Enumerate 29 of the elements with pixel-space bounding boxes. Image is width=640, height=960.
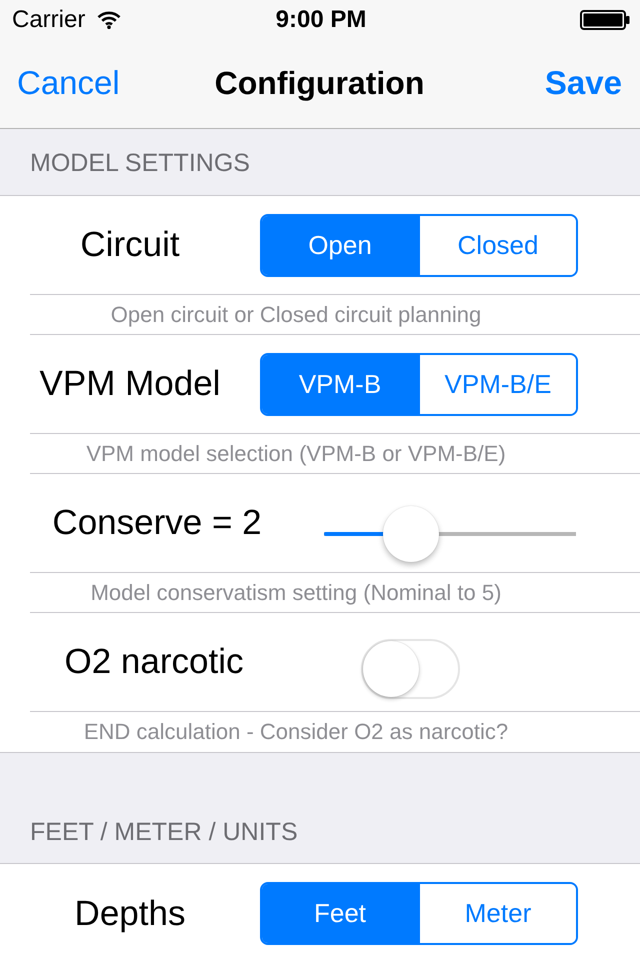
setting-label: Depths: [74, 894, 186, 934]
setting-description: END calculation - Consider O2 as narcotic?: [84, 719, 508, 745]
segment-option[interactable]: Closed: [418, 216, 576, 274]
save-button[interactable]: Save: [544, 64, 622, 102]
toggle-switch[interactable]: [361, 639, 460, 699]
segment-option[interactable]: VPM-B/E: [418, 354, 576, 414]
segmented-control[interactable]: Feet Meter: [260, 882, 578, 945]
setting-label: Conserve = 2: [52, 503, 262, 543]
carrier-name: Carrier: [12, 6, 86, 34]
setting-label: Circuit: [80, 225, 180, 265]
setting-description: VPM model selection (VPM-B or VPM-B/E): [86, 440, 506, 466]
status-time: 9:00 PM: [276, 6, 366, 34]
segment-option[interactable]: Open: [262, 216, 418, 274]
segment-option[interactable]: Meter: [418, 884, 576, 943]
segmented-control[interactable]: Open Closed: [260, 214, 578, 276]
setting-label: VPM Model: [40, 364, 220, 404]
section-header: MODEL SETTINGS: [30, 148, 250, 178]
segment-option[interactable]: Feet: [262, 884, 418, 943]
section-header: FEET / METER / UNITS: [30, 817, 298, 847]
slider-thumb[interactable]: [382, 506, 439, 562]
battery-icon: [580, 10, 630, 30]
cancel-button[interactable]: Cancel: [17, 64, 120, 102]
setting-description: Open circuit or Closed circuit planning: [110, 302, 482, 328]
wifi-icon: [97, 11, 122, 29]
setting-description: Model conservatism setting (Nominal to 5): [90, 580, 502, 606]
setting-label: O2 narcotic: [64, 642, 244, 682]
segment-option[interactable]: VPM-B: [262, 354, 418, 414]
nav-title: Configuration: [214, 64, 424, 102]
segmented-control[interactable]: VPM-B VPM-B/E: [260, 352, 578, 416]
